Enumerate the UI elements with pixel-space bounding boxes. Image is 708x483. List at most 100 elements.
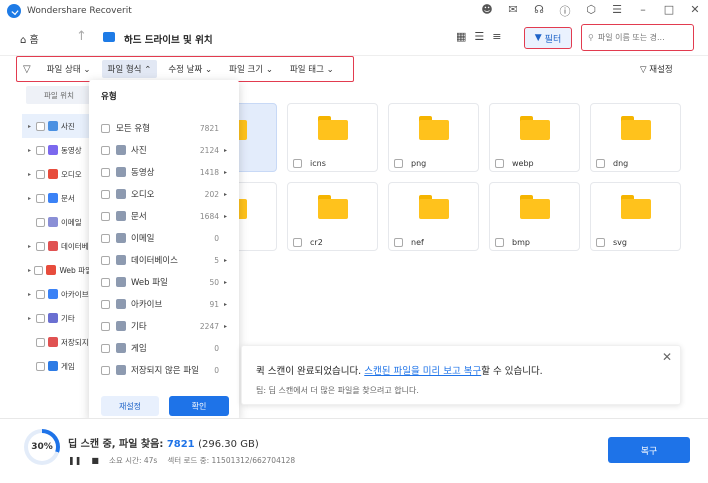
close-icon[interactable]: ✕ bbox=[688, 3, 702, 19]
chevron-right-icon[interactable]: ▸ bbox=[224, 257, 227, 264]
filter-file-tag[interactable]: 파일 태그 ⌄ bbox=[284, 60, 340, 78]
option-checkbox[interactable] bbox=[101, 211, 110, 221]
mail-icon[interactable]: ✉ bbox=[506, 3, 520, 19]
sidebar-item[interactable]: 게임 bbox=[22, 354, 92, 378]
file-card[interactable]: dng bbox=[590, 103, 681, 172]
file-type-option[interactable]: 모든 유형 7821 bbox=[101, 120, 229, 136]
sidebar-item[interactable]: ▸ 동영상 bbox=[22, 138, 92, 162]
file-card[interactable]: cr2 bbox=[287, 182, 378, 251]
up-arrow-icon[interactable]: ↑ bbox=[76, 29, 87, 44]
chevron-right-icon[interactable]: ▸ bbox=[224, 279, 227, 286]
option-checkbox[interactable] bbox=[101, 277, 110, 287]
option-checkbox[interactable] bbox=[101, 145, 110, 155]
file-type-option[interactable]: 이메일 0 bbox=[101, 230, 229, 246]
sidebar-checkbox[interactable] bbox=[36, 337, 45, 347]
option-checkbox[interactable] bbox=[101, 365, 110, 375]
file-type-option[interactable]: 오디오 202 ▸ bbox=[101, 186, 229, 202]
file-card[interactable]: icns bbox=[287, 103, 378, 172]
expand-icon[interactable]: ▸ bbox=[28, 147, 36, 154]
dropdown-ok-button[interactable]: 확인 bbox=[169, 396, 229, 416]
file-card[interactable]: svg bbox=[590, 182, 681, 251]
chevron-right-icon[interactable]: ▸ bbox=[224, 191, 227, 198]
file-checkbox[interactable] bbox=[495, 159, 504, 168]
option-checkbox[interactable] bbox=[101, 299, 110, 309]
option-checkbox[interactable] bbox=[101, 167, 110, 177]
filter-modified-date[interactable]: 수정 날짜 ⌄ bbox=[162, 60, 218, 78]
file-type-option[interactable]: 문서 1684 ▸ bbox=[101, 208, 229, 224]
sidebar-checkbox[interactable] bbox=[36, 217, 45, 227]
sidebar-item[interactable]: ▸ 아카이브 bbox=[22, 282, 92, 306]
info-icon[interactable]: ⓘ bbox=[558, 3, 572, 19]
reset-filters-button[interactable]: ▽ 재설정 bbox=[640, 63, 673, 75]
file-checkbox[interactable] bbox=[394, 238, 403, 247]
sidebar-item[interactable]: ▸ 기타 bbox=[22, 306, 92, 330]
option-checkbox[interactable] bbox=[101, 343, 110, 353]
sidebar-checkbox[interactable] bbox=[36, 289, 45, 299]
sidebar-checkbox[interactable] bbox=[36, 313, 45, 323]
file-card[interactable]: png bbox=[388, 103, 479, 172]
file-checkbox[interactable] bbox=[596, 238, 605, 247]
sidebar-item[interactable]: ▸ 오디오 bbox=[22, 162, 92, 186]
chevron-right-icon[interactable]: ▸ bbox=[224, 147, 227, 154]
menu-icon[interactable]: ☰ bbox=[610, 3, 624, 19]
file-checkbox[interactable] bbox=[293, 159, 302, 168]
minimize-icon[interactable]: – bbox=[636, 3, 650, 19]
headset-icon[interactable]: ☊ bbox=[532, 3, 546, 19]
filter-file-size[interactable]: 파일 크기 ⌄ bbox=[223, 60, 279, 78]
option-checkbox[interactable] bbox=[101, 255, 110, 265]
sidebar-checkbox[interactable] bbox=[36, 193, 45, 203]
sidebar-checkbox[interactable] bbox=[36, 169, 45, 179]
close-icon[interactable]: ✕ bbox=[662, 350, 672, 364]
file-checkbox[interactable] bbox=[293, 238, 302, 247]
grid-view-icon[interactable]: ▦ bbox=[456, 30, 466, 43]
chevron-right-icon[interactable]: ▸ bbox=[224, 323, 227, 330]
file-type-option[interactable]: 데이터베이스 5 ▸ bbox=[101, 252, 229, 268]
dropdown-reset-button[interactable]: 재설정 bbox=[101, 396, 159, 416]
filter-button[interactable]: ▼ 필터 bbox=[524, 27, 572, 49]
option-checkbox[interactable] bbox=[101, 233, 110, 243]
search-box[interactable]: ⚲ bbox=[581, 24, 694, 51]
file-type-option[interactable]: 동영상 1418 ▸ bbox=[101, 164, 229, 180]
file-checkbox[interactable] bbox=[394, 159, 403, 168]
file-card[interactable]: nef bbox=[388, 182, 479, 251]
box-icon[interactable]: ⬡ bbox=[584, 3, 598, 19]
file-type-option[interactable]: Web 파일 50 ▸ bbox=[101, 274, 229, 290]
chevron-right-icon[interactable]: ▸ bbox=[224, 301, 227, 308]
file-checkbox[interactable] bbox=[495, 238, 504, 247]
maximize-icon[interactable]: □ bbox=[662, 3, 676, 19]
sidebar-item[interactable]: ▸ 문서 bbox=[22, 186, 92, 210]
home-button[interactable]: ⌂ 홈 bbox=[20, 31, 39, 46]
option-checkbox[interactable] bbox=[101, 189, 110, 199]
option-checkbox[interactable] bbox=[101, 321, 110, 331]
sidebar-checkbox[interactable] bbox=[36, 145, 45, 155]
chevron-right-icon[interactable]: ▸ bbox=[224, 213, 227, 220]
sidebar-checkbox[interactable] bbox=[36, 241, 45, 251]
list-view-icon[interactable]: ☰ bbox=[474, 30, 484, 43]
pause-icon[interactable]: ❚❚ bbox=[68, 456, 81, 465]
filter-file-type[interactable]: 파일 형식 ⌃ bbox=[101, 60, 158, 78]
expand-icon[interactable]: ▸ bbox=[28, 171, 36, 178]
file-type-option[interactable]: 아카이브 91 ▸ bbox=[101, 296, 229, 312]
search-input[interactable] bbox=[597, 33, 686, 42]
file-type-option[interactable]: 기타 2247 ▸ bbox=[101, 318, 229, 334]
detail-view-icon[interactable]: ≡ bbox=[492, 30, 501, 43]
chevron-right-icon[interactable]: ▸ bbox=[224, 169, 227, 176]
file-card[interactable]: bmp bbox=[489, 182, 580, 251]
file-checkbox[interactable] bbox=[596, 159, 605, 168]
option-checkbox[interactable] bbox=[101, 123, 110, 133]
sidebar-checkbox[interactable] bbox=[36, 361, 45, 371]
file-type-option[interactable]: 저장되지 않은 파일 0 bbox=[101, 362, 229, 378]
sidebar-item[interactable]: ▸ Web 파일 bbox=[22, 258, 92, 282]
sidebar-item[interactable]: ▸ 데이터베 bbox=[22, 234, 92, 258]
preview-recover-link[interactable]: 스캔된 파일을 미리 보고 복구 bbox=[364, 366, 481, 377]
expand-icon[interactable]: ▸ bbox=[28, 243, 36, 250]
user-icon[interactable]: ☻ bbox=[480, 3, 494, 19]
expand-icon[interactable]: ▸ bbox=[28, 123, 36, 130]
sidebar-item[interactable]: 이메일 bbox=[22, 210, 92, 234]
sidebar-checkbox[interactable] bbox=[34, 265, 44, 275]
file-type-option[interactable]: 게임 0 bbox=[101, 340, 229, 356]
expand-icon[interactable]: ▸ bbox=[28, 291, 36, 298]
file-card[interactable]: webp bbox=[489, 103, 580, 172]
filter-file-status[interactable]: 파일 상태 ⌄ bbox=[41, 60, 97, 78]
stop-icon[interactable]: ■ bbox=[91, 456, 99, 465]
